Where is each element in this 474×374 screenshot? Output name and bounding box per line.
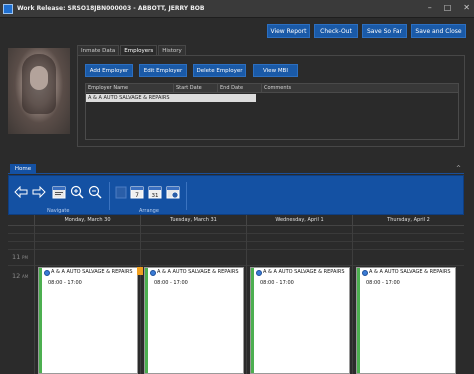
day-header-monday[interactable]: Monday, March 30 [34, 215, 140, 226]
hour-label-12am: 12 AM [12, 272, 28, 280]
col-start-date[interactable]: Start Date [174, 84, 218, 92]
hour-suffix: PM [22, 255, 28, 260]
appointment[interactable]: A & A AUTO SALVAGE & REPAIRS 08:00 - 17:… [144, 267, 244, 374]
recurrence-icon [362, 270, 368, 276]
hour-suffix: AM [22, 274, 29, 279]
minimize-icon[interactable]: – [428, 3, 432, 12]
ribbon-tab-bar: Home ^ [8, 164, 464, 174]
inmate-photo [8, 48, 70, 134]
day-header-tuesday[interactable]: Tuesday, March 31 [140, 215, 246, 226]
ribbon: Navigate 7 31 Arrange [8, 175, 464, 215]
appointment[interactable]: A & A AUTO SALVAGE & REPAIRS 08:00 - 17:… [356, 267, 456, 374]
arrow-right-icon[interactable] [31, 184, 47, 200]
timeline-view-icon[interactable] [165, 184, 181, 200]
appointment-status-bar [39, 268, 42, 373]
day-column-line [34, 226, 35, 374]
hour-gridline [8, 249, 464, 250]
arrange-group-label: Arrange [139, 208, 159, 214]
hour-gridline [8, 233, 464, 234]
window-title: Work Release: SRSO18JBN000003 - ABBOTT, … [17, 5, 205, 12]
employer-name-cell: A & A AUTO SALVAGE & REPAIRS [88, 95, 170, 101]
employers-grid: Employer Name Start Date End Date Commen… [85, 83, 459, 140]
hour-label-11pm: 11 PM [12, 253, 28, 261]
app-icon [3, 3, 13, 14]
day-header-wednesday[interactable]: Wednesday, April 1 [246, 215, 352, 226]
calendar-header: Monday, March 30 Tuesday, March 31 Wedne… [8, 215, 464, 226]
appointment-status-bar [357, 268, 360, 373]
maximize-icon[interactable]: □ [444, 3, 452, 12]
record-tabs: Inmate Data Employers History [77, 45, 187, 55]
table-row[interactable]: A & A AUTO SALVAGE & REPAIRS [86, 94, 256, 102]
window-controls: – □ ✕ [428, 3, 470, 12]
edit-employer-button[interactable]: Edit Employer [139, 64, 187, 77]
appointment-status-bar [145, 268, 148, 373]
day-view-dim-icon [113, 184, 129, 200]
recurrence-icon [150, 270, 156, 276]
appointment[interactable]: A & A AUTO SALVAGE & REPAIRS 08:00 - 17:… [38, 267, 138, 374]
save-so-far-button[interactable]: Save So Far [362, 24, 407, 38]
month-view-icon-label: 31 [152, 193, 159, 199]
appointment-title: A & A AUTO SALVAGE & REPAIRS [369, 269, 451, 275]
appointment-time: 08:00 - 17:00 [366, 280, 400, 286]
appointment-title: A & A AUTO SALVAGE & REPAIRS [51, 269, 133, 275]
hour-number: 12 [12, 272, 21, 280]
appointment-time: 08:00 - 17:00 [48, 280, 82, 286]
arrow-left-icon[interactable] [13, 184, 29, 200]
day-column-line [140, 226, 141, 374]
save-and-close-button[interactable]: Save and Close [411, 24, 466, 38]
recurrence-icon [44, 270, 50, 276]
appointment-time: 08:00 - 17:00 [260, 280, 294, 286]
appointment-status-bar [251, 268, 254, 373]
go-to-today-icon[interactable] [51, 184, 67, 200]
ribbon-separator [109, 182, 110, 210]
tab-employers[interactable]: Employers [120, 45, 158, 55]
day-header-thursday[interactable]: Thursday, April 2 [352, 215, 464, 226]
ribbon-separator [186, 182, 187, 210]
appointment-title: A & A AUTO SALVAGE & REPAIRS [263, 269, 345, 275]
grid-header: Employer Name Start Date End Date Commen… [86, 84, 458, 93]
tab-history[interactable]: History [158, 45, 186, 55]
appointment-title: A & A AUTO SALVAGE & REPAIRS [157, 269, 239, 275]
col-end-date[interactable]: End Date [218, 84, 262, 92]
hour-gridline [8, 265, 464, 266]
check-out-button[interactable]: Check-Out [314, 24, 358, 38]
view-mbi-button[interactable]: View MBI [253, 64, 298, 77]
month-view-icon[interactable]: 31 [147, 184, 163, 200]
appointment-time: 08:00 - 17:00 [154, 280, 188, 286]
col-employer-name[interactable]: Employer Name [86, 84, 174, 92]
day-view-icon-label: 7 [135, 192, 139, 199]
day-column-line [246, 226, 247, 374]
tab-home[interactable]: Home [10, 164, 36, 174]
photo-face [30, 66, 48, 90]
title-bar: Work Release: SRSO18JBN000003 - ABBOTT, … [0, 0, 474, 18]
zoom-out-icon[interactable] [87, 184, 103, 200]
day-view-icon[interactable]: 7 [129, 184, 145, 200]
appointment[interactable]: A & A AUTO SALVAGE & REPAIRS 08:00 - 17:… [250, 267, 350, 374]
day-column-line [352, 226, 353, 374]
recurrence-icon [256, 270, 262, 276]
calendar-view: Monday, March 30 Tuesday, March 31 Wedne… [8, 215, 464, 374]
zoom-in-icon[interactable] [69, 184, 85, 200]
close-icon[interactable]: ✕ [463, 3, 470, 12]
hour-gridline [8, 241, 464, 242]
hour-number: 11 [12, 253, 21, 261]
tab-inmate-data[interactable]: Inmate Data [77, 45, 120, 55]
navigate-group-label: Navigate [47, 208, 70, 214]
add-employer-button[interactable]: Add Employer [85, 64, 133, 77]
delete-employer-button[interactable]: Delete Employer [193, 64, 246, 77]
collapse-ribbon-icon[interactable]: ^ [456, 165, 461, 172]
status-marker [137, 267, 143, 275]
view-report-button[interactable]: View Report [267, 24, 310, 38]
col-comments[interactable]: Comments [262, 84, 458, 92]
